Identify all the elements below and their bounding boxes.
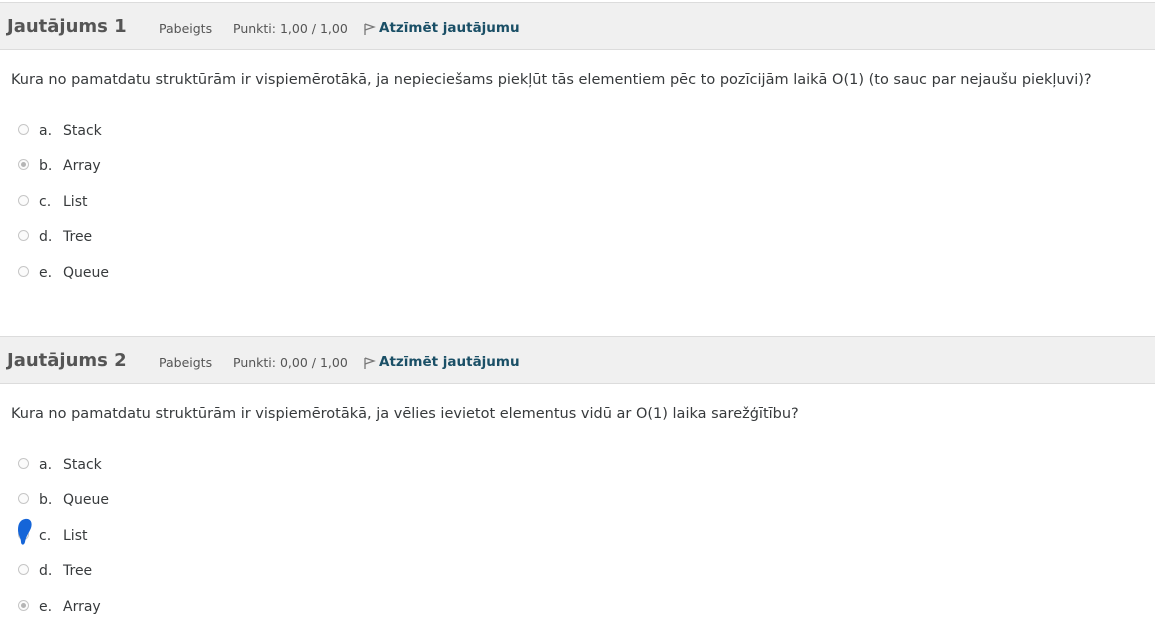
flag-icon bbox=[364, 357, 376, 369]
question-header: Jautājums 1 Pabeigts Punkti: 1,00 / 1,00… bbox=[0, 2, 1155, 50]
radio-icon[interactable] bbox=[18, 563, 29, 575]
flag-question-label: Atzīmēt jautājumu bbox=[379, 19, 520, 36]
question-title: Jautājums 1 bbox=[7, 16, 127, 37]
answer-label: Stack bbox=[63, 123, 102, 139]
question-text: Kura no pamatdatu struktūrām ir vispiemē… bbox=[11, 406, 799, 422]
question-grade: Punkti: 1,00 / 1,00 bbox=[233, 21, 348, 36]
flag-question-label: Atzīmēt jautājumu bbox=[379, 353, 520, 370]
radio-icon[interactable] bbox=[18, 492, 29, 504]
answer-letter: a. bbox=[39, 457, 53, 473]
question-2: Jautājums 2 Pabeigts Punkti: 0,00 / 1,00… bbox=[0, 336, 1155, 615]
answer-label: Queue bbox=[63, 492, 109, 508]
question-1: Jautājums 1 Pabeigts Punkti: 1,00 / 1,00… bbox=[0, 2, 1155, 281]
answer-label: Array bbox=[63, 158, 101, 174]
question-title: Jautājums 2 bbox=[7, 350, 127, 371]
radio-icon[interactable] bbox=[18, 265, 29, 277]
question-state: Pabeigts bbox=[159, 21, 213, 36]
answer-option-a[interactable]: a. Stack bbox=[18, 120, 102, 142]
answer-letter: d. bbox=[39, 563, 53, 579]
flag-question-link[interactable]: Atzīmēt jautājumu bbox=[363, 353, 520, 370]
answer-letter: e. bbox=[39, 265, 53, 281]
answer-letter: b. bbox=[39, 492, 53, 508]
answer-label: Tree bbox=[63, 563, 93, 579]
flag-icon bbox=[364, 23, 376, 35]
answer-letter: c. bbox=[39, 528, 52, 544]
answer-option-a[interactable]: a. Stack bbox=[18, 454, 102, 476]
question-grade: Punkti: 0,00 / 1,00 bbox=[233, 355, 348, 370]
radio-icon[interactable] bbox=[18, 123, 29, 135]
radio-icon[interactable] bbox=[18, 457, 29, 469]
answer-label: Array bbox=[63, 599, 101, 615]
answer-option-d[interactable]: d. Tree bbox=[18, 226, 92, 248]
answer-letter: e. bbox=[39, 599, 53, 615]
answer-letter: a. bbox=[39, 123, 53, 139]
blue-scribble-mark bbox=[18, 518, 32, 545]
question-header: Jautājums 2 Pabeigts Punkti: 0,00 / 1,00… bbox=[0, 336, 1155, 384]
answer-option-b[interactable]: b. Array bbox=[18, 155, 101, 177]
answer-label: List bbox=[63, 194, 88, 210]
answer-label: Tree bbox=[63, 229, 93, 245]
question-state: Pabeigts bbox=[159, 355, 213, 370]
radio-icon[interactable] bbox=[18, 158, 29, 170]
radio-icon[interactable] bbox=[18, 194, 29, 206]
answer-option-e[interactable]: e. Queue bbox=[18, 262, 109, 284]
answer-label: Stack bbox=[63, 457, 102, 473]
answer-option-b[interactable]: b. Queue bbox=[18, 489, 109, 511]
answer-option-d[interactable]: d. Tree bbox=[18, 560, 92, 582]
radio-icon[interactable] bbox=[18, 599, 29, 611]
answer-option-c[interactable]: c. List bbox=[18, 191, 87, 213]
answer-label: List bbox=[63, 528, 88, 544]
question-text: Kura no pamatdatu struktūrām ir vispiemē… bbox=[11, 72, 1092, 88]
answer-letter: c. bbox=[39, 194, 52, 210]
answer-letter: d. bbox=[39, 229, 53, 245]
answer-letter: b. bbox=[39, 158, 53, 174]
flag-question-link[interactable]: Atzīmēt jautājumu bbox=[363, 19, 520, 36]
answer-option-e[interactable]: e. Array bbox=[18, 596, 101, 618]
radio-icon[interactable] bbox=[18, 229, 29, 241]
answer-label: Queue bbox=[63, 265, 109, 281]
answer-option-c[interactable]: c. List bbox=[18, 518, 87, 547]
